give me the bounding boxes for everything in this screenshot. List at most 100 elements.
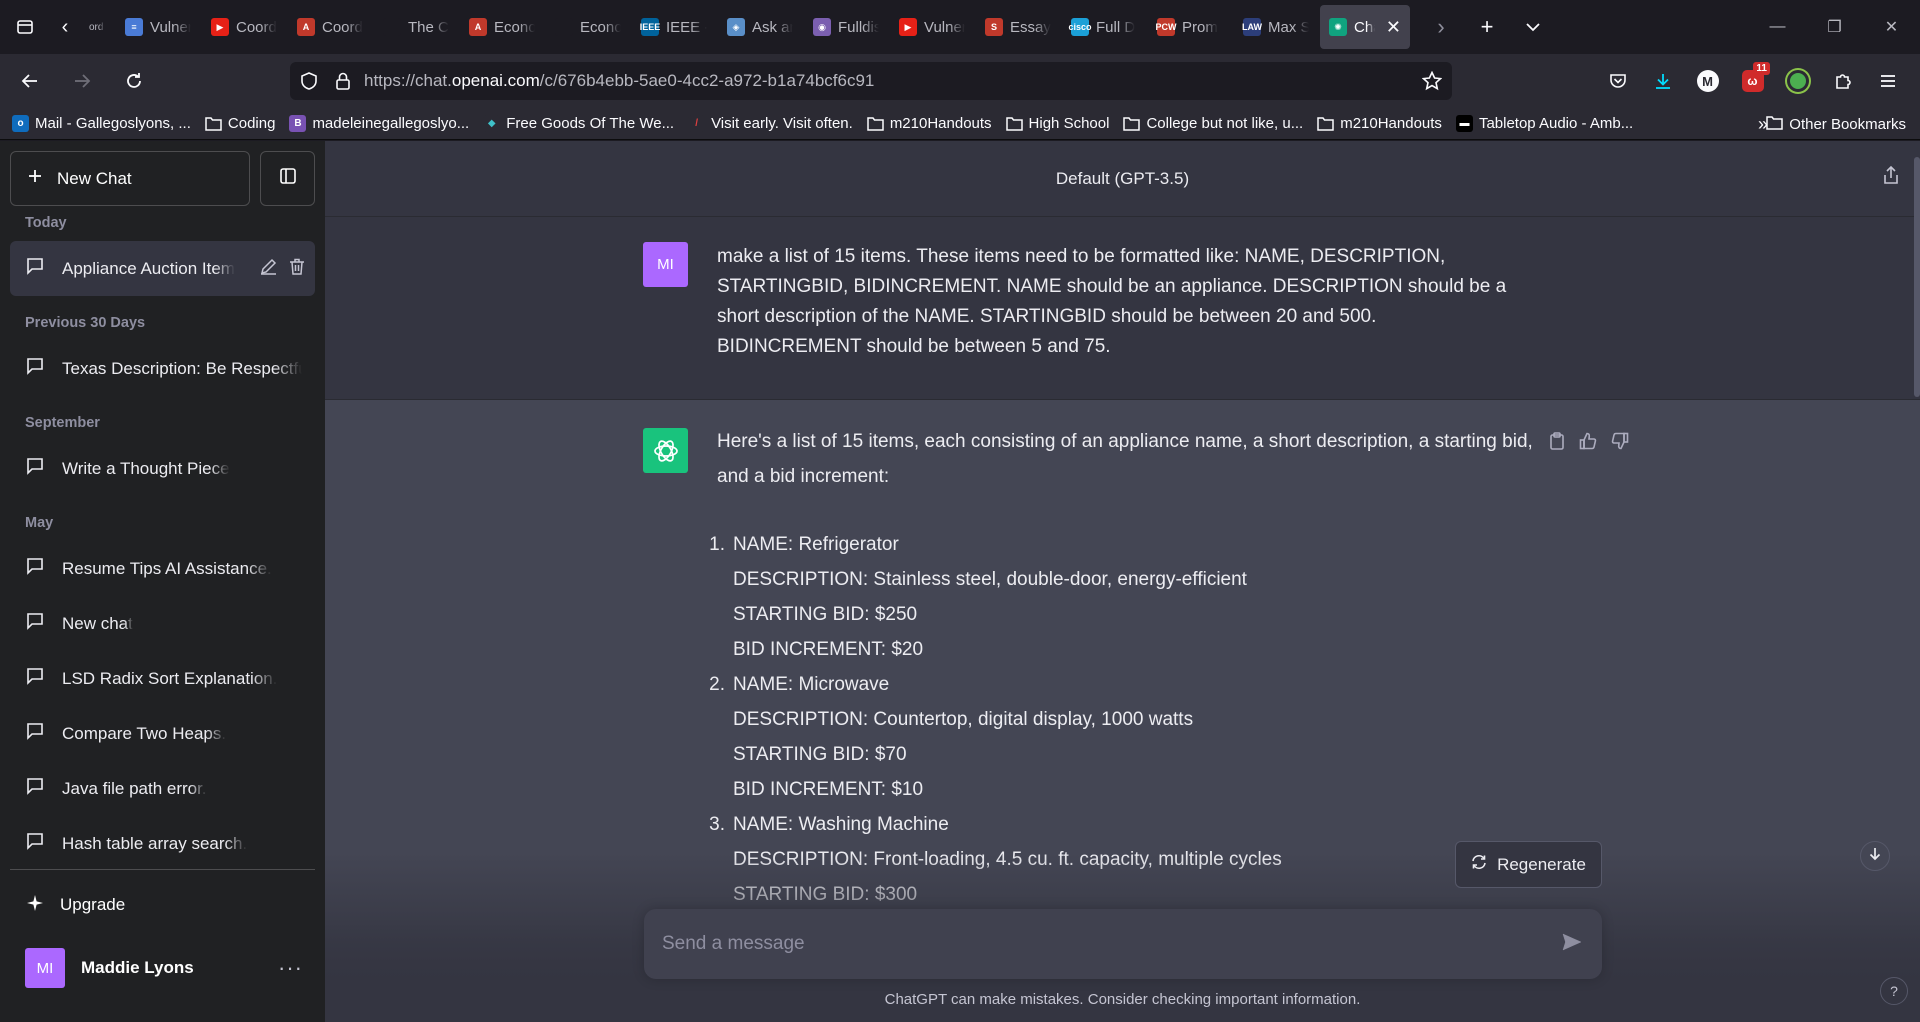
browser-tab[interactable]: IEEE IEEE - [632, 5, 716, 49]
extension-ublock-icon[interactable]: ω 11 [1730, 54, 1775, 108]
bookmark-folder[interactable]: m210Handouts [1317, 115, 1442, 132]
account-avatar[interactable]: M [1685, 54, 1730, 108]
tabs-scroll-left-icon[interactable]: ‹ [50, 0, 80, 54]
bookmark-folder[interactable]: m210Handouts [867, 115, 992, 132]
scrollbar[interactable] [1914, 157, 1920, 397]
url-text[interactable]: https://chat.openai.com/c/676b4ebb-5ae0-… [364, 71, 1412, 91]
browser-tab[interactable]: S Essays [976, 5, 1060, 49]
bookmark-folder[interactable]: College but not like, u... [1123, 115, 1303, 132]
folder-icon [205, 115, 222, 132]
new-tab-button[interactable]: + [1464, 0, 1510, 54]
bookmark-label: Tabletop Audio - Amb... [1478, 115, 1634, 132]
sidebar-chat-label: LSD Radix Sort Explanation. [62, 668, 278, 688]
chat-bubble-icon [26, 257, 44, 280]
browser-tab[interactable]: ◉ Fulldis [804, 5, 888, 49]
bookmark-item[interactable]: ▬ Tabletop Audio - Amb... [1455, 115, 1634, 132]
browser-tab[interactable]: cisco Full D [1062, 5, 1146, 49]
browser-tab[interactable]: The CERT [374, 5, 458, 49]
share-icon[interactable] [1882, 165, 1900, 190]
address-bar[interactable]: https://chat.openai.com/c/676b4ebb-5ae0-… [290, 62, 1452, 100]
close-window-button[interactable]: ✕ [1863, 0, 1920, 54]
sidebar-chat-item[interactable]: Resume Tips AI Assistance. [10, 541, 315, 596]
forward-button[interactable] [60, 59, 104, 103]
pocket-icon[interactable] [1595, 54, 1640, 108]
scroll-to-bottom-button[interactable] [1860, 841, 1890, 871]
trash-icon[interactable] [289, 258, 305, 280]
bookmark-item[interactable]: / Visit early. Visit often. [688, 115, 853, 132]
browser-tab[interactable]: PCW Prom [1148, 5, 1232, 49]
bookmark-item[interactable]: o Mail - Gallegoslyons, ... [12, 115, 191, 132]
bookmark-folder[interactable]: Coding [205, 115, 275, 132]
sidebar-chat-item[interactable]: Write a Thought Piece [10, 441, 315, 496]
minimize-button[interactable]: — [1749, 0, 1806, 54]
sidebar-chat-item[interactable]: Java file path error. [10, 761, 315, 816]
sidebar-chat-item[interactable]: Appliance Auction Item [10, 241, 315, 296]
tab-label: Prom [1182, 18, 1218, 36]
downloads-icon[interactable] [1640, 54, 1685, 108]
extensions-puzzle-icon[interactable] [1820, 54, 1865, 108]
user-menu-button[interactable]: MI Maddie Lyons ··· [10, 933, 315, 1003]
tab-overview-icon[interactable] [0, 0, 50, 54]
tab-label: Economic [580, 18, 621, 36]
regenerate-button[interactable]: Regenerate [1455, 841, 1602, 888]
copy-icon[interactable] [1549, 432, 1565, 455]
list-all-tabs-icon[interactable] [1510, 0, 1556, 54]
sidebar-chat-item[interactable]: Compare Two Heaps. [10, 706, 315, 761]
browser-tab[interactable]: ◈ Ask an [718, 5, 802, 49]
bookmark-star-icon[interactable] [1412, 71, 1452, 91]
assistant-intro-text: Here's a list of 15 items, each consisti… [717, 431, 1533, 487]
browser-tab[interactable]: A Coord [288, 5, 372, 49]
menu-hamburger-icon[interactable] [1865, 54, 1910, 108]
sidebar-chat-item[interactable]: Hash table array search. [10, 816, 315, 871]
sidebar-chat-label: Java file path error. [62, 778, 207, 798]
tab-label: Full D [1096, 18, 1136, 36]
close-tab-icon[interactable]: ✕ [1386, 17, 1401, 38]
help-button[interactable]: ? [1880, 977, 1908, 1005]
list-item-number: 2. [709, 674, 725, 695]
browser-tab[interactable]: Economic [546, 5, 630, 49]
restore-button[interactable]: ❐ [1806, 0, 1863, 54]
thumbs-down-icon[interactable] [1611, 432, 1629, 455]
send-icon[interactable] [1562, 932, 1582, 957]
browser-tab[interactable]: ▶ Coord [202, 5, 286, 49]
sidebar-chat-item[interactable]: Texas Description: Be Respectful [10, 341, 315, 396]
upgrade-button[interactable]: Upgrade [10, 881, 315, 929]
tracking-protection-shield-icon[interactable] [294, 62, 324, 100]
list-item: 2. NAME: Microwave DESCRIPTION: Countertop… [699, 667, 1282, 807]
extension-badge: 11 [1753, 62, 1770, 75]
lock-icon[interactable] [328, 62, 358, 100]
browser-tab[interactable]: ▶ Vulner [890, 5, 974, 49]
tabs-scroll-right-icon[interactable]: › [1418, 0, 1464, 54]
new-chat-button[interactable]: New Chat [10, 151, 250, 206]
other-bookmarks-folder[interactable]: Other Bookmarks [1766, 108, 1906, 140]
tab-active-chatgpt[interactable]: ✺ Cha ✕ [1320, 5, 1410, 49]
tab-label: Fulldis [838, 18, 879, 36]
folder-icon [1766, 115, 1784, 134]
tab-label: Coord [322, 18, 363, 36]
sidebar-chat-label: Appliance Auction Item [62, 258, 235, 278]
back-button[interactable] [8, 59, 52, 103]
tab-favicon-icon: ✺ [1329, 18, 1347, 36]
bookmark-folder[interactable]: High School [1005, 115, 1110, 132]
model-label[interactable]: Default (GPT-3.5) [1056, 169, 1189, 189]
browser-tab[interactable]: ≡ Vulner [116, 5, 200, 49]
bookmark-item[interactable]: Bmadeleinegallegoslyo... [289, 115, 469, 132]
sidebar-chat-item[interactable]: LSD Radix Sort Explanation. [10, 651, 315, 706]
bookmark-label: High School [1028, 115, 1110, 132]
tab-label: Essays [1010, 18, 1051, 36]
browser-tab[interactable]: ord ED [80, 5, 114, 49]
extension-green-icon[interactable] [1775, 54, 1820, 108]
edit-pencil-icon[interactable] [260, 258, 277, 280]
browser-tab[interactable]: A Econo [460, 5, 544, 49]
reload-button[interactable] [112, 59, 156, 103]
tab-label: The CERT [408, 18, 449, 36]
bookmark-item[interactable]: ◆ Free Goods Of The We... [483, 115, 674, 132]
message-input[interactable] [662, 933, 1522, 955]
browser-tab[interactable]: LAW Max S [1234, 5, 1318, 49]
chat-sidebar: New Chat Today Appliance Auction Item Prev… [0, 141, 325, 1022]
sidebar-chat-item[interactable]: New chat [10, 596, 315, 651]
sidebar-toggle-button[interactable] [260, 151, 315, 206]
more-options-icon[interactable]: ··· [278, 955, 303, 981]
chat-bubble-icon [26, 557, 44, 580]
thumbs-up-icon[interactable] [1579, 432, 1597, 455]
